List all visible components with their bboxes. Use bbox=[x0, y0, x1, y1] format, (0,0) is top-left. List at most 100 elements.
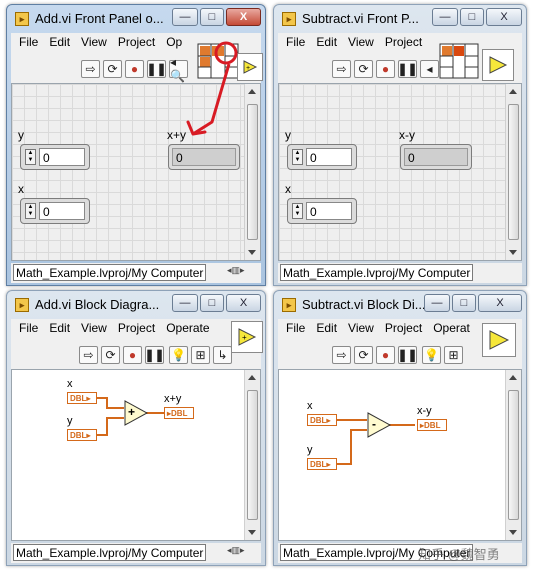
menu-edit[interactable]: Edit bbox=[312, 319, 344, 339]
increment-decrement-icon[interactable]: ▲ ▼ bbox=[25, 203, 36, 219]
labview-icon: ▸ bbox=[15, 298, 29, 312]
indicator-terminal[interactable]: ▸ DBL bbox=[164, 407, 194, 419]
minimize-button[interactable]: — bbox=[432, 8, 458, 26]
maximize-button[interactable]: □ bbox=[200, 294, 224, 312]
menu-file[interactable]: File bbox=[15, 319, 45, 339]
status-bar: Math_Example.lvproj/My Computer bbox=[278, 263, 522, 283]
menu-view[interactable]: View bbox=[344, 33, 381, 53]
vi-icon[interactable] bbox=[482, 323, 516, 357]
abort-icon[interactable]: ● bbox=[376, 60, 395, 78]
scroll-thumb[interactable] bbox=[508, 104, 519, 240]
pause-icon[interactable]: ❚❚ bbox=[397, 346, 418, 364]
connector-pane-icon[interactable] bbox=[197, 43, 239, 79]
front-panel-canvas[interactable]: y ▲ ▼ 0 x ▲ ▼ 0 x-y 0 bbox=[278, 83, 522, 261]
horizontal-scroll-icon[interactable]: ◂▥▸ bbox=[227, 545, 257, 560]
block-diagram-canvas[interactable]: x DBL ▸ y DBL ▸ + x+y ▸ DBL bbox=[11, 369, 261, 541]
scroll-down-icon[interactable] bbox=[509, 250, 517, 255]
horizontal-scroll-icon[interactable]: ◂▥▸ bbox=[227, 265, 257, 280]
menu-operate[interactable]: Op bbox=[162, 33, 189, 53]
retain-wire-values-icon[interactable]: ⊞ bbox=[191, 346, 210, 364]
run-continuously-icon[interactable]: ⟳ bbox=[101, 346, 120, 364]
scroll-thumb[interactable] bbox=[247, 104, 258, 240]
connector-pane-icon[interactable] bbox=[439, 43, 479, 79]
close-button[interactable]: X bbox=[226, 8, 261, 26]
close-button[interactable]: X bbox=[478, 294, 522, 312]
menu-project[interactable]: Project bbox=[381, 33, 429, 53]
numeric-value[interactable]: 0 bbox=[306, 148, 352, 166]
zoom-icon[interactable]: ◂🔍 bbox=[169, 55, 188, 83]
menu-view[interactable]: View bbox=[344, 319, 381, 339]
block-diagram-canvas[interactable]: x DBL ▸ y DBL ▸ - x-y ▸ DBL bbox=[278, 369, 522, 541]
numeric-control-y[interactable]: ▲ ▼ 0 bbox=[287, 144, 357, 170]
minimize-button[interactable]: — bbox=[172, 8, 198, 26]
menu-view[interactable]: View bbox=[77, 319, 114, 339]
menu-operate[interactable]: Operate bbox=[162, 319, 216, 339]
vertical-scrollbar[interactable] bbox=[244, 84, 260, 260]
menu-project[interactable]: Project bbox=[381, 319, 429, 339]
menu-edit[interactable]: Edit bbox=[45, 319, 77, 339]
title-bar[interactable]: ▸ Add.vi Front Panel o... — □ X bbox=[7, 5, 265, 33]
retain-wire-values-icon[interactable]: ⊞ bbox=[444, 346, 463, 364]
minimize-button[interactable]: — bbox=[172, 294, 198, 312]
numeric-control-x[interactable]: ▲ ▼ 0 bbox=[20, 198, 90, 224]
run-arrow-icon[interactable]: ⇨ bbox=[81, 60, 100, 78]
step-into-icon[interactable]: ↳ bbox=[213, 346, 232, 364]
title-bar[interactable]: ▸ Subtract.vi Front P... — □ X bbox=[274, 5, 526, 33]
maximize-button[interactable]: □ bbox=[452, 294, 476, 312]
highlight-execution-icon[interactable]: 💡 bbox=[169, 346, 188, 364]
scroll-down-icon[interactable] bbox=[509, 530, 517, 535]
close-button[interactable]: X bbox=[486, 8, 522, 26]
title-bar[interactable]: ▸ Add.vi Block Diagra... — □ X bbox=[7, 291, 265, 319]
scroll-down-icon[interactable] bbox=[248, 530, 256, 535]
numeric-control-x[interactable]: ▲ ▼ 0 bbox=[287, 198, 357, 224]
vi-icon[interactable]: + bbox=[231, 321, 263, 353]
menu-file[interactable]: File bbox=[15, 33, 45, 53]
run-arrow-icon[interactable]: ⇨ bbox=[332, 60, 351, 78]
vi-icon[interactable]: + bbox=[237, 53, 263, 81]
vertical-scrollbar[interactable] bbox=[505, 84, 521, 260]
pause-icon[interactable]: ❚❚ bbox=[146, 60, 167, 78]
run-arrow-icon[interactable]: ⇨ bbox=[332, 346, 351, 364]
maximize-button[interactable]: □ bbox=[460, 8, 484, 26]
subtract-function-icon[interactable] bbox=[367, 412, 391, 438]
scroll-up-icon[interactable] bbox=[509, 89, 517, 94]
increment-decrement-icon[interactable]: ▲ ▼ bbox=[25, 149, 36, 165]
highlight-execution-icon[interactable]: 💡 bbox=[422, 346, 441, 364]
pause-icon[interactable]: ❚❚ bbox=[397, 60, 418, 78]
menu-edit[interactable]: Edit bbox=[312, 33, 344, 53]
abort-icon[interactable]: ● bbox=[123, 346, 142, 364]
terminal-type: DBL bbox=[171, 408, 188, 418]
menu-edit[interactable]: Edit bbox=[45, 33, 77, 53]
abort-icon[interactable]: ● bbox=[376, 346, 395, 364]
numeric-control-y[interactable]: ▲ ▼ 0 bbox=[20, 144, 90, 170]
maximize-button[interactable]: □ bbox=[200, 8, 224, 26]
run-continuously-icon[interactable]: ⟳ bbox=[103, 60, 122, 78]
pause-icon[interactable]: ❚❚ bbox=[144, 346, 165, 364]
zoom-icon[interactable]: ◂ bbox=[420, 60, 439, 78]
abort-icon[interactable]: ● bbox=[125, 60, 144, 78]
menu-view[interactable]: View bbox=[77, 33, 114, 53]
menu-file[interactable]: File bbox=[282, 319, 312, 339]
title-bar[interactable]: ▸ Subtract.vi Block Di... — □ X bbox=[274, 291, 526, 319]
close-button[interactable]: X bbox=[226, 294, 261, 312]
svg-text:+: + bbox=[242, 333, 247, 342]
increment-decrement-icon[interactable]: ▲ ▼ bbox=[292, 149, 303, 165]
scroll-up-icon[interactable] bbox=[248, 89, 256, 94]
run-continuously-icon[interactable]: ⟳ bbox=[354, 346, 373, 364]
menu-project[interactable]: Project bbox=[114, 319, 162, 339]
numeric-value[interactable]: 0 bbox=[306, 202, 352, 220]
indicator-value: 0 bbox=[172, 148, 236, 166]
run-arrow-icon[interactable]: ⇨ bbox=[79, 346, 98, 364]
menu-project[interactable]: Project bbox=[114, 33, 162, 53]
menu-file[interactable]: File bbox=[282, 33, 312, 53]
menu-operate[interactable]: Operat bbox=[429, 319, 477, 339]
front-panel-canvas[interactable]: y ▲ ▼ 0 x ▲ ▼ 0 x+y 0 bbox=[11, 83, 261, 261]
vi-icon[interactable] bbox=[482, 49, 514, 81]
increment-decrement-icon[interactable]: ▲ ▼ bbox=[292, 203, 303, 219]
scroll-down-icon[interactable] bbox=[248, 250, 256, 255]
indicator-terminal[interactable]: ▸ DBL bbox=[417, 419, 447, 431]
minimize-button[interactable]: — bbox=[424, 294, 450, 312]
run-continuously-icon[interactable]: ⟳ bbox=[354, 60, 373, 78]
numeric-value[interactable]: 0 bbox=[39, 148, 85, 166]
numeric-value[interactable]: 0 bbox=[39, 202, 85, 220]
